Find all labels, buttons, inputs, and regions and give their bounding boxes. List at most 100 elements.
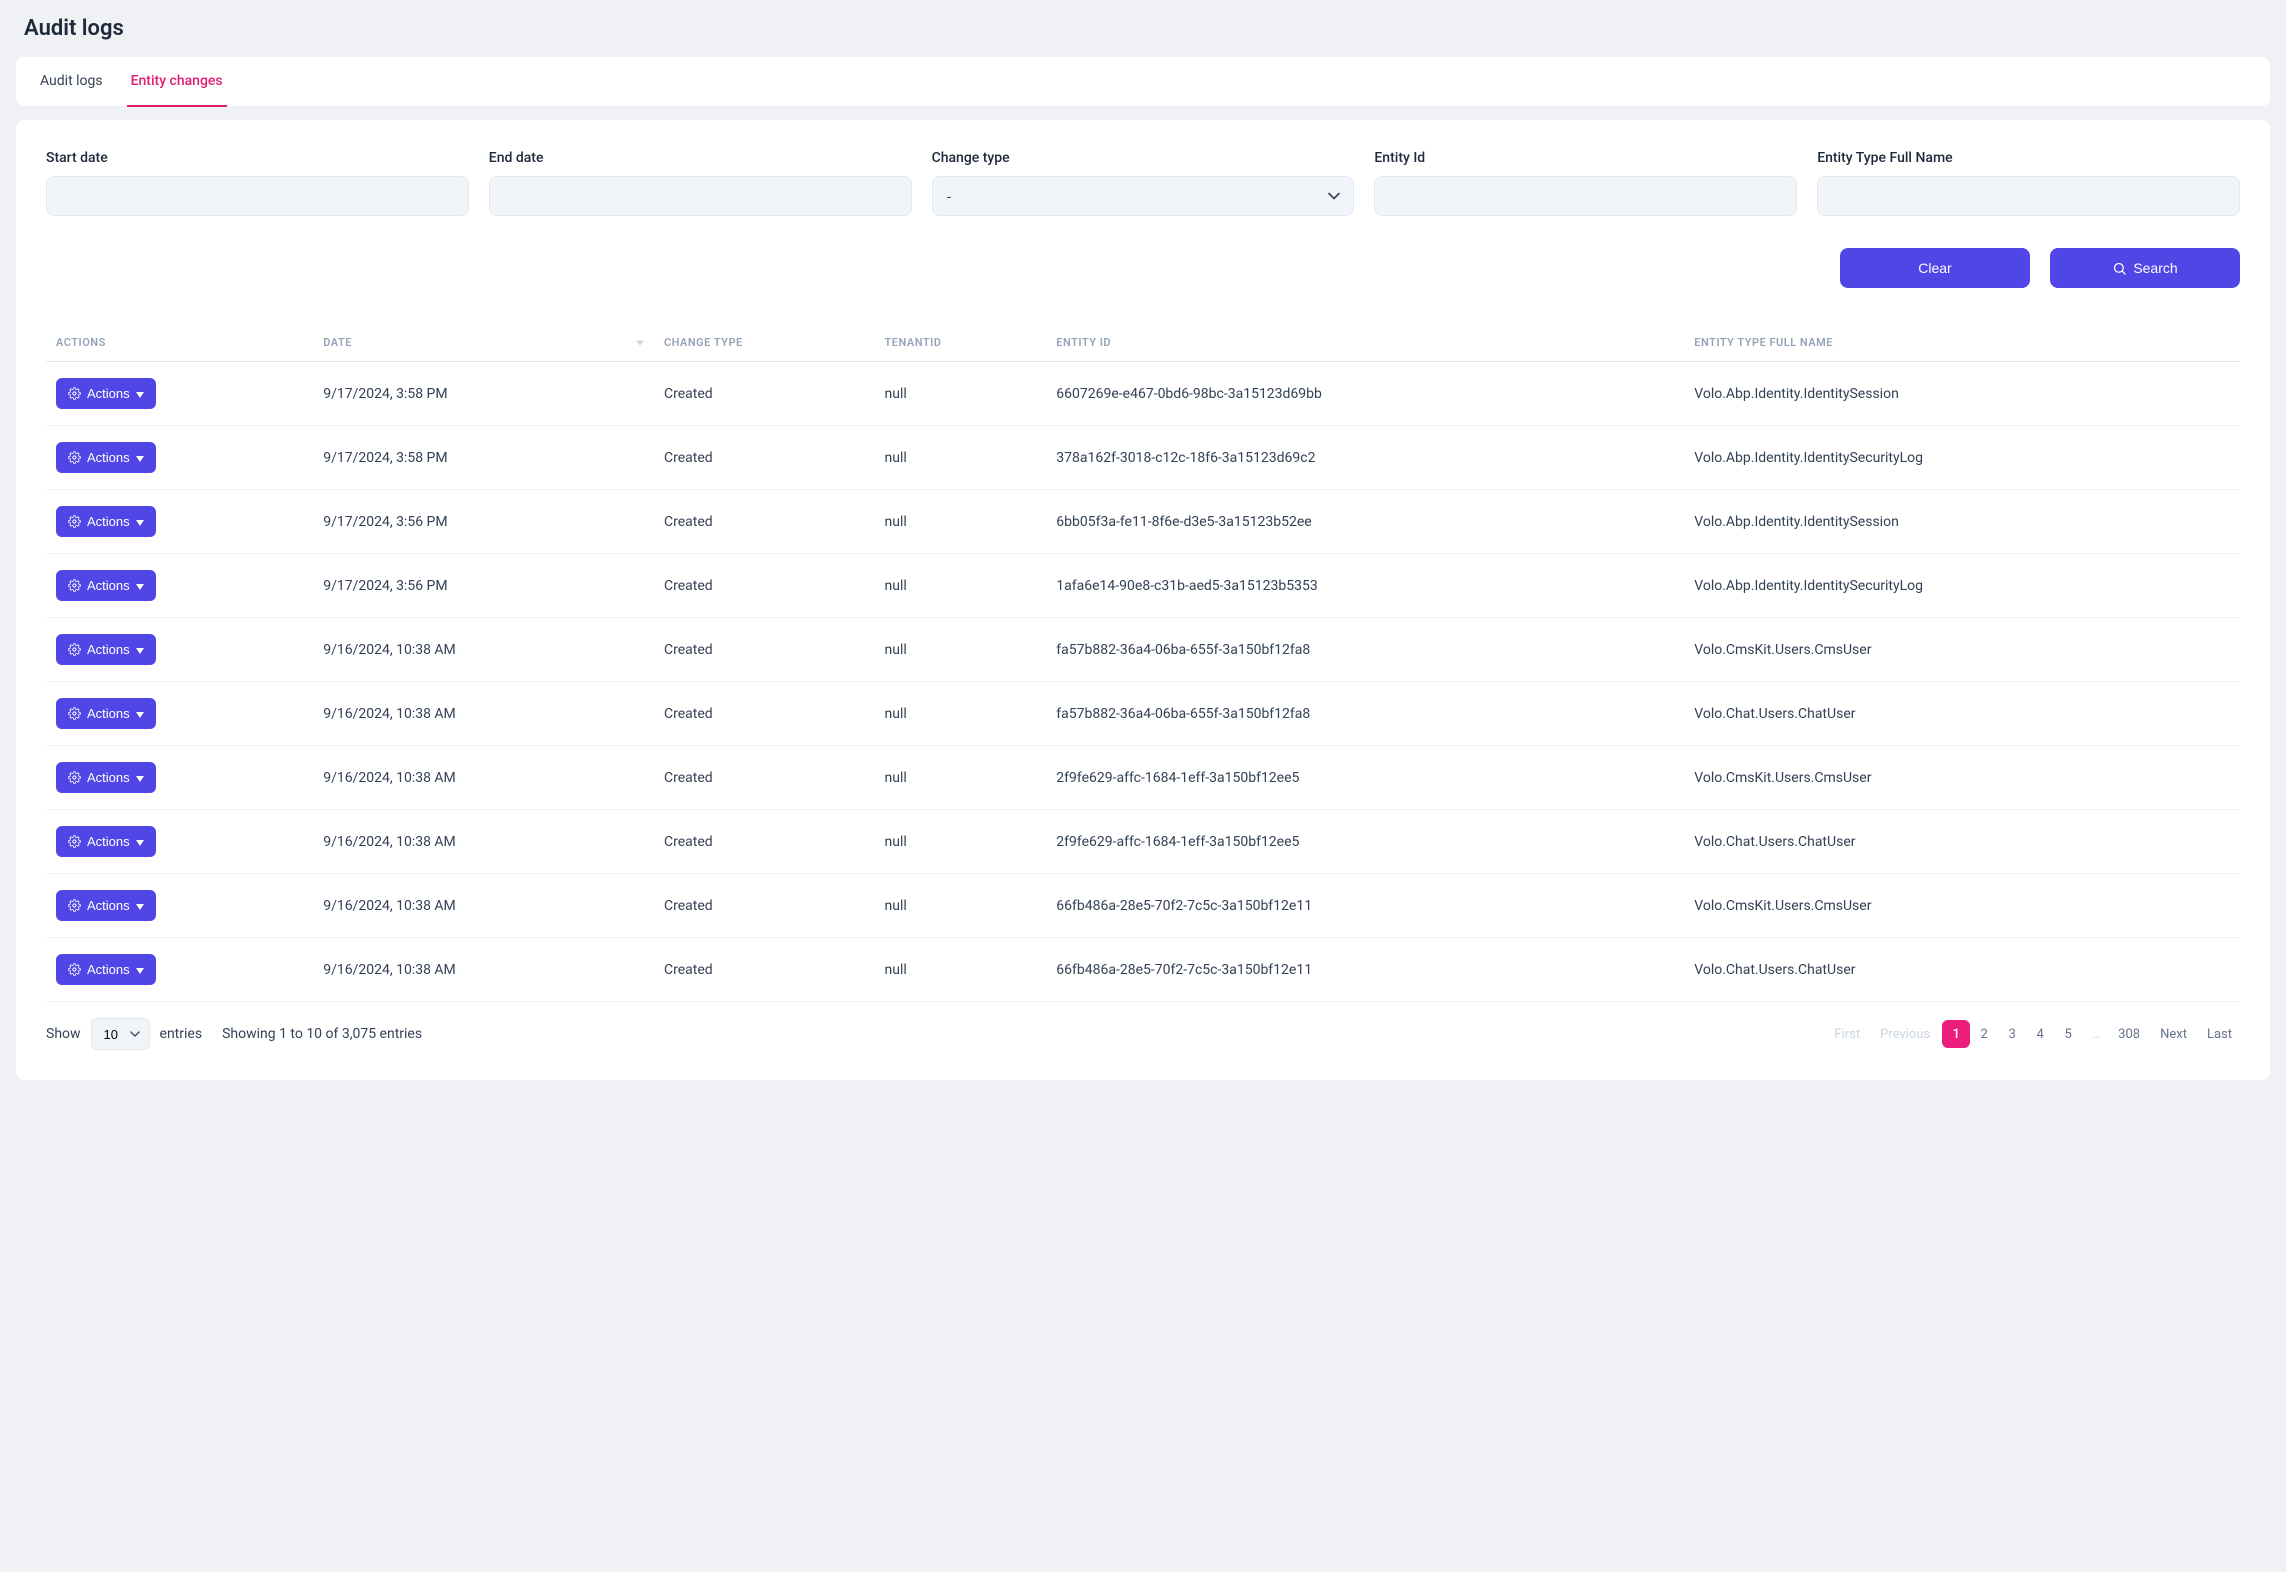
gear-icon <box>68 387 81 400</box>
row-actions-button[interactable]: Actions <box>56 442 156 473</box>
cell-date: 9/16/2024, 10:38 AM <box>313 810 654 874</box>
col-actions[interactable]: ACTIONS <box>46 324 313 362</box>
cell-tenant-id: null <box>875 746 1047 810</box>
change-type-select[interactable]: - <box>932 176 1355 216</box>
cell-entity-type: Volo.Abp.Identity.IdentitySecurityLog <box>1684 554 2240 618</box>
search-button[interactable]: Search <box>2050 248 2240 288</box>
row-actions-button[interactable]: Actions <box>56 378 156 409</box>
row-actions-button[interactable]: Actions <box>56 698 156 729</box>
col-date[interactable]: DATE <box>313 324 654 362</box>
cell-tenant-id: null <box>875 554 1047 618</box>
gear-icon <box>68 771 81 784</box>
show-label: Show <box>46 1026 81 1042</box>
end-date-input[interactable] <box>489 176 912 216</box>
caret-down-icon <box>136 770 144 785</box>
gear-icon <box>68 451 81 464</box>
cell-entity-id: 66fb486a-28e5-70f2-7c5c-3a150bf12e11 <box>1046 874 1684 938</box>
table-row: Actions9/17/2024, 3:56 PMCreatednull6bb0… <box>46 490 2240 554</box>
filters-row: Start date End date Change type - Entity… <box>46 150 2240 216</box>
table-row: Actions9/17/2024, 3:56 PMCreatednull1afa… <box>46 554 2240 618</box>
col-tenant-id[interactable]: TENANTID <box>875 324 1047 362</box>
cell-entity-type: Volo.Chat.Users.ChatUser <box>1684 810 2240 874</box>
search-icon <box>2112 261 2127 276</box>
table-row: Actions9/17/2024, 3:58 PMCreatednull6607… <box>46 362 2240 426</box>
page-first[interactable]: First <box>1826 1020 1868 1048</box>
page-5[interactable]: 5 <box>2054 1020 2082 1048</box>
entity-id-label: Entity Id <box>1374 150 1797 166</box>
caret-down-icon <box>136 962 144 977</box>
cell-entity-id: fa57b882-36a4-06ba-655f-3a150bf12fa8 <box>1046 682 1684 746</box>
row-actions-label: Actions <box>87 642 130 657</box>
caret-down-icon <box>136 834 144 849</box>
row-actions-button[interactable]: Actions <box>56 570 156 601</box>
content-panel: Start date End date Change type - Entity… <box>16 120 2270 1080</box>
row-actions-button[interactable]: Actions <box>56 890 156 921</box>
cell-change-type: Created <box>654 938 875 1002</box>
gear-icon <box>68 515 81 528</box>
page-last[interactable]: Last <box>2199 1020 2240 1048</box>
cell-change-type: Created <box>654 362 875 426</box>
tab-audit-logs[interactable]: Audit logs <box>36 57 107 107</box>
tab-entity-changes[interactable]: Entity changes <box>127 57 227 107</box>
showing-text: Showing 1 to 10 of 3,075 entries <box>222 1026 422 1042</box>
cell-change-type: Created <box>654 874 875 938</box>
table-footer: Show 10 entries Showing 1 to 10 of 3,075… <box>46 1018 2240 1050</box>
row-actions-label: Actions <box>87 770 130 785</box>
row-actions-button[interactable]: Actions <box>56 826 156 857</box>
row-actions-label: Actions <box>87 386 130 401</box>
cell-change-type: Created <box>654 490 875 554</box>
row-actions-label: Actions <box>87 962 130 977</box>
page-next[interactable]: Next <box>2152 1020 2195 1048</box>
row-actions-button[interactable]: Actions <box>56 634 156 665</box>
table-row: Actions9/17/2024, 3:58 PMCreatednull378a… <box>46 426 2240 490</box>
cell-entity-id: 66fb486a-28e5-70f2-7c5c-3a150bf12e11 <box>1046 938 1684 1002</box>
row-actions-button[interactable]: Actions <box>56 954 156 985</box>
page-4[interactable]: 4 <box>2026 1020 2054 1048</box>
start-date-label: Start date <box>46 150 469 166</box>
cell-change-type: Created <box>654 426 875 490</box>
page-2[interactable]: 2 <box>1970 1020 1998 1048</box>
cell-date: 9/17/2024, 3:58 PM <box>313 362 654 426</box>
row-actions-label: Actions <box>87 450 130 465</box>
caret-down-icon <box>136 386 144 401</box>
page-previous[interactable]: Previous <box>1872 1020 1938 1048</box>
table-row: Actions9/16/2024, 10:38 AMCreatednull2f9… <box>46 810 2240 874</box>
col-entity-id[interactable]: ENTITY ID <box>1046 324 1684 362</box>
row-actions-button[interactable]: Actions <box>56 506 156 537</box>
col-change-type[interactable]: CHANGE TYPE <box>654 324 875 362</box>
caret-down-icon <box>136 578 144 593</box>
page-title: Audit logs <box>16 16 2270 57</box>
cell-change-type: Created <box>654 682 875 746</box>
cell-date: 9/16/2024, 10:38 AM <box>313 618 654 682</box>
change-type-label: Change type <box>932 150 1355 166</box>
cell-entity-id: 6bb05f3a-fe11-8f6e-d3e5-3a15123b52ee <box>1046 490 1684 554</box>
search-button-label: Search <box>2133 260 2177 276</box>
cell-change-type: Created <box>654 746 875 810</box>
row-actions-label: Actions <box>87 578 130 593</box>
table-row: Actions 9/16/2024, 10:38 AMCreatednull66f… <box>46 938 2240 1002</box>
page-308[interactable]: 308 <box>2110 1020 2148 1048</box>
entity-id-input[interactable] <box>1374 176 1797 216</box>
row-actions-label: Actions <box>87 706 130 721</box>
table-row: Actions9/16/2024, 10:38 AMCreatednull2f9… <box>46 746 2240 810</box>
cell-date: 9/16/2024, 10:38 AM <box>313 746 654 810</box>
gear-icon <box>68 579 81 592</box>
page-3[interactable]: 3 <box>1998 1020 2026 1048</box>
page-size-select[interactable]: 10 <box>91 1018 150 1050</box>
page-size-control: Show 10 entries <box>46 1018 202 1050</box>
page-1[interactable]: 1 <box>1942 1020 1970 1048</box>
cell-date: 9/16/2024, 10:38 AM <box>313 938 654 1002</box>
caret-down-icon <box>136 450 144 465</box>
caret-down-icon <box>136 642 144 657</box>
filter-actions: Clear Search <box>46 248 2240 288</box>
start-date-input[interactable] <box>46 176 469 216</box>
col-entity-type[interactable]: ENTITY TYPE FULL NAME <box>1684 324 2240 362</box>
cell-entity-id: 1afa6e14-90e8-c31b-aed5-3a15123b5353 <box>1046 554 1684 618</box>
entity-type-input[interactable] <box>1817 176 2240 216</box>
cell-tenant-id: null <box>875 362 1047 426</box>
clear-button[interactable]: Clear <box>1840 248 2030 288</box>
row-actions-button[interactable]: Actions <box>56 762 156 793</box>
gear-icon <box>68 899 81 912</box>
caret-down-icon <box>136 706 144 721</box>
cell-tenant-id: null <box>875 938 1047 1002</box>
